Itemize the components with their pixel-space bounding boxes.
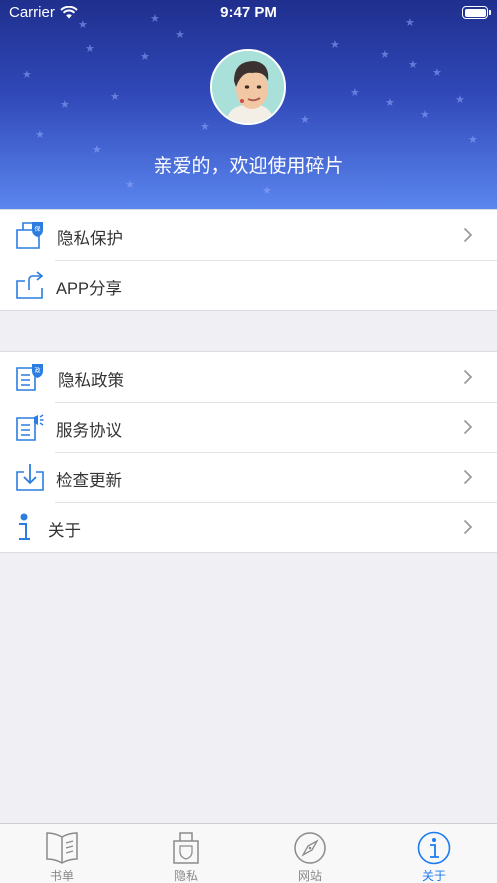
tab-label: 隐私	[173, 869, 198, 883]
star-decoration: ★	[22, 69, 32, 81]
star-decoration: ★	[455, 94, 465, 106]
tab-bar: 书单 隐私 网站 关于	[0, 823, 497, 883]
tab-book-list[interactable]: 书单	[0, 824, 124, 883]
menu-group-primary: 保 隐私保护 APP分享	[0, 209, 497, 311]
star-decoration: ★	[60, 99, 70, 111]
lock-icon	[173, 832, 199, 864]
svg-text:保: 保	[34, 225, 40, 233]
menu-row-label: 隐私政策	[58, 372, 124, 390]
chevron-right-icon	[463, 419, 473, 435]
welcome-text: 亲爱的，欢迎使用碎片	[153, 156, 344, 177]
profile-header: ★ ★ ★ ★ ★ ★ ★ ★ ★ ★ ★ ★ ★ ★ ★ ★ ★ ★ ★ ★ …	[0, 0, 497, 209]
tab-website[interactable]: 网站	[248, 824, 372, 883]
compass-icon	[294, 832, 326, 864]
info-circle-icon	[417, 831, 451, 865]
star-decoration: ★	[140, 51, 150, 63]
tab-label: 关于	[421, 869, 446, 883]
menu-row-label: 关于	[48, 522, 81, 540]
menu-row-privacy-policy[interactable]: 政 隐私政策	[0, 352, 497, 402]
star-decoration: ★	[380, 49, 390, 61]
star-decoration: ★	[110, 91, 120, 103]
chevron-right-icon	[463, 369, 473, 385]
menu-row-check-update[interactable]: 检查更新	[0, 452, 497, 502]
menu-group-secondary: 政 隐私政策 服务协议 检查更新 关于	[0, 351, 497, 553]
chevron-right-icon	[463, 227, 473, 243]
tab-label: 书单	[49, 869, 74, 883]
share-icon	[16, 271, 44, 299]
download-update-icon	[16, 464, 44, 491]
menu-row-privacy-protect[interactable]: 保 隐私保护	[0, 210, 497, 260]
star-decoration: ★	[468, 134, 478, 146]
menu-row-label: 服务协议	[56, 422, 122, 440]
privacy-protect-icon: 保	[16, 222, 43, 249]
star-decoration: ★	[35, 129, 45, 141]
star-decoration: ★	[300, 114, 310, 126]
star-decoration: ★	[125, 179, 135, 191]
star-decoration: ★	[330, 39, 340, 51]
clock: 9:47 PM	[220, 4, 277, 21]
star-decoration: ★	[432, 67, 442, 79]
star-decoration: ★	[408, 59, 418, 71]
policy-icon: 政	[16, 364, 43, 391]
star-decoration: ★	[200, 121, 210, 133]
menu-row-label: APP分享	[56, 280, 123, 298]
tab-label: 网站	[297, 869, 322, 883]
chevron-right-icon	[463, 519, 473, 535]
star-decoration: ★	[175, 29, 185, 41]
menu-row-service-agreement[interactable]: 服务协议	[0, 402, 497, 452]
avatar-cartoon-face-icon	[212, 51, 284, 123]
battery-icon	[462, 6, 491, 19]
star-decoration: ★	[350, 87, 360, 99]
menu-row-label: 隐私保护	[57, 230, 123, 248]
info-icon	[19, 513, 30, 540]
tab-privacy[interactable]: 隐私	[124, 824, 248, 883]
star-decoration: ★	[85, 43, 95, 55]
svg-text:政: 政	[34, 367, 40, 375]
chevron-right-icon	[463, 469, 473, 485]
avatar[interactable]	[210, 49, 286, 125]
book-icon	[46, 832, 78, 864]
star-decoration: ★	[262, 185, 272, 197]
star-decoration: ★	[385, 97, 395, 109]
status-bar: Carrier 9:47 PM	[0, 0, 497, 26]
menu-row-app-share[interactable]: APP分享	[0, 260, 497, 310]
agreement-icon	[16, 414, 44, 441]
star-decoration: ★	[420, 109, 430, 121]
menu-row-about[interactable]: 关于	[0, 502, 497, 552]
tab-about[interactable]: 关于	[372, 824, 496, 883]
menu-row-label: 检查更新	[56, 472, 122, 490]
